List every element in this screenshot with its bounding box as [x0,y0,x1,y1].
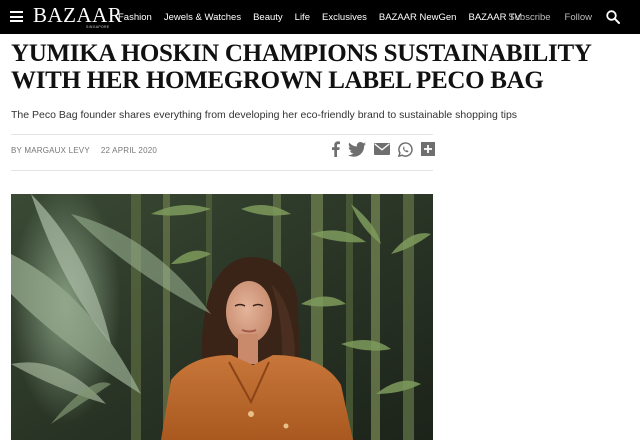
share-bar [331,141,443,157]
article-dek: The Peco Bag founder shares everything f… [11,109,518,121]
divider-top [11,134,433,135]
site-logo[interactable]: BAZAAR [33,3,122,27]
email-icon[interactable] [374,143,390,155]
nav-right: Subscribe Follow [508,0,640,34]
divider-bottom [11,170,433,171]
nav-jewels-watches[interactable]: Jewels & Watches [164,12,241,23]
site-logo-subtitle: SINGAPORE [86,25,110,29]
hero-photo-illustration [11,194,433,440]
menu-icon[interactable] [10,11,23,22]
main-nav: Fashion Jewels & Watches Beauty Life Exc… [118,0,533,34]
facebook-icon[interactable] [331,141,340,157]
nav-life[interactable]: Life [295,12,310,23]
byline: By Margaux Levy 22 April 2020 [11,146,157,155]
nav-beauty[interactable]: Beauty [253,12,283,23]
twitter-icon[interactable] [348,141,366,157]
more-share-icon[interactable] [421,142,435,156]
publish-date: 22 April 2020 [100,146,158,155]
article-hero-image [11,194,433,440]
nav-fashion[interactable]: Fashion [118,12,152,23]
nav-bazaar-newgen[interactable]: BAZAAR NewGen [379,12,457,23]
nav-exclusives[interactable]: Exclusives [322,12,367,23]
author-name[interactable]: By Margaux Levy [11,146,90,155]
article-headline: Yumika Hoskin Champions Sustainability W… [11,40,591,94]
subscribe-link[interactable]: Subscribe [508,12,550,23]
whatsapp-icon[interactable] [398,141,413,157]
search-icon[interactable] [606,10,620,24]
top-navigation-bar: BAZAAR SINGAPORE Fashion Jewels & Watche… [0,0,640,34]
follow-link[interactable]: Follow [565,12,592,23]
